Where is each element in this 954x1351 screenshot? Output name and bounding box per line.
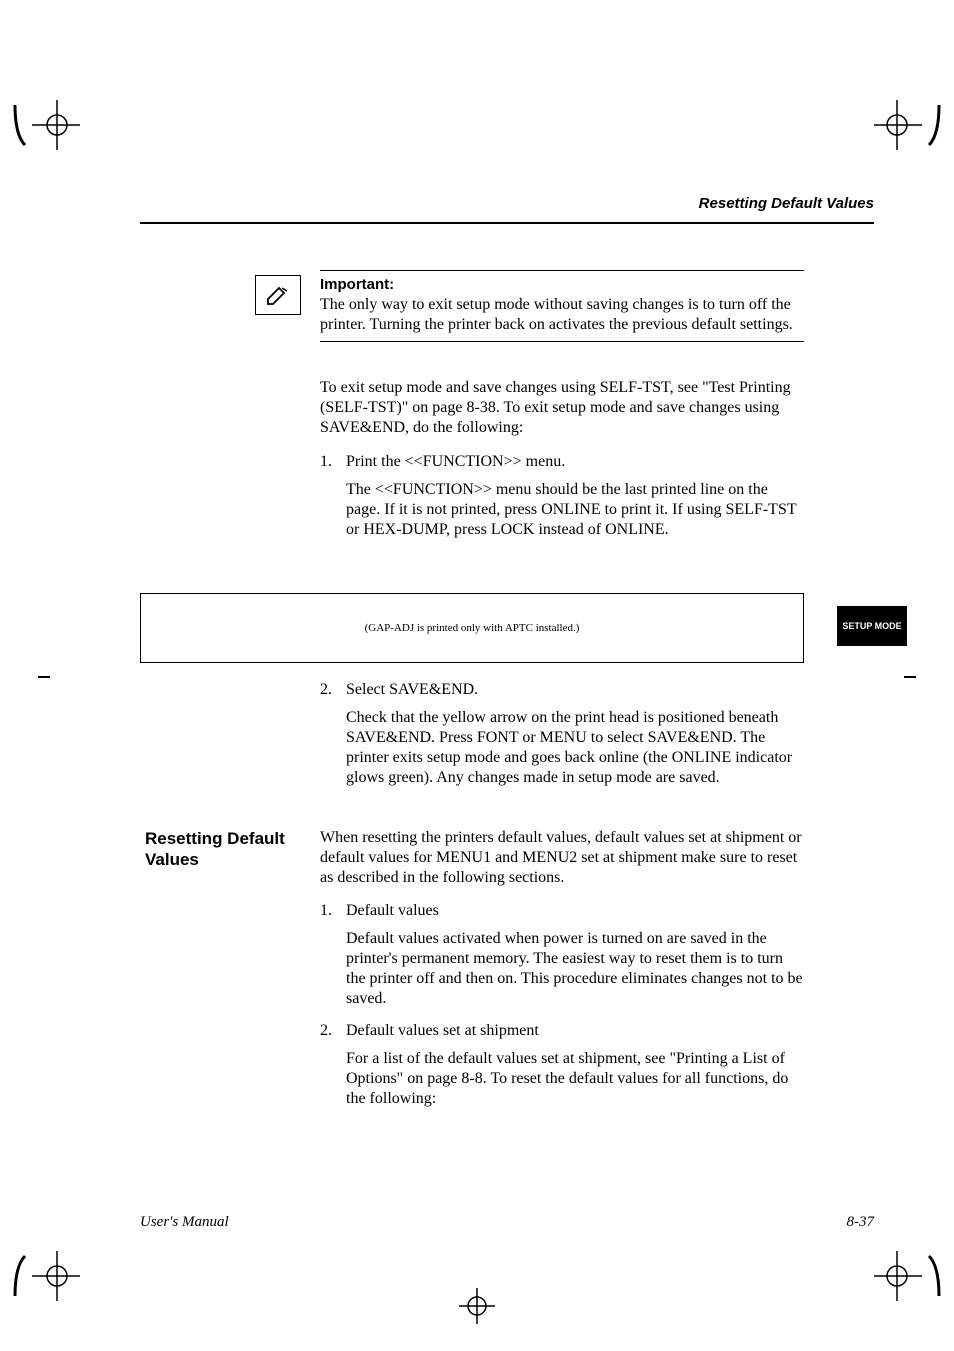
crop-mark-top-left: [10, 90, 80, 160]
crop-mark-bottom-left: [10, 1241, 80, 1311]
section2-item2: Default values set at shipment: [346, 1021, 539, 1041]
step-1-text: Print the <<FUNCTION>> menu.: [346, 452, 565, 472]
registration-mark-bottom: [457, 1286, 497, 1331]
step-2-text: Select SAVE&END.: [346, 680, 478, 700]
footer-manual-title: User's Manual: [140, 1214, 229, 1231]
section2-item1: Default values: [346, 901, 439, 921]
step-number: 2.: [320, 680, 336, 700]
chapter-tab: SETUP MODE: [837, 606, 907, 646]
step-number: 2.: [320, 1021, 336, 1041]
important-icon: [255, 275, 301, 315]
crop-tick-right: [904, 676, 916, 678]
step-number: 1.: [320, 901, 336, 921]
section2-item2-sub: For a list of the default values set at …: [346, 1049, 804, 1109]
section2-intro: When resetting the printers default valu…: [320, 828, 804, 888]
crop-tick-left: [38, 676, 50, 678]
intro-paragraph: To exit setup mode and save changes usin…: [320, 378, 804, 438]
crop-mark-bottom-right: [874, 1241, 944, 1311]
step-2-sub: Check that the yellow arrow on the print…: [346, 708, 804, 788]
important-label: Important:: [320, 276, 394, 293]
footer-page-number: 8-37: [847, 1214, 875, 1231]
section-heading-resetting: Resetting Default Values: [145, 828, 295, 871]
crop-mark-top-right: [874, 90, 944, 160]
function-box-caption: (GAP-ADJ is printed only with APTC insta…: [365, 622, 580, 634]
step-number: 1.: [320, 452, 336, 472]
function-menu-illustration: (GAP-ADJ is printed only with APTC insta…: [140, 593, 804, 663]
important-text: The only way to exit setup mode without …: [320, 295, 804, 335]
header-rule: [140, 222, 874, 224]
step-1-sub: The <<FUNCTION>> menu should be the last…: [346, 480, 804, 540]
section2-item1-sub: Default values activated when power is t…: [346, 929, 804, 1009]
running-head: Resetting Default Values: [699, 195, 874, 212]
